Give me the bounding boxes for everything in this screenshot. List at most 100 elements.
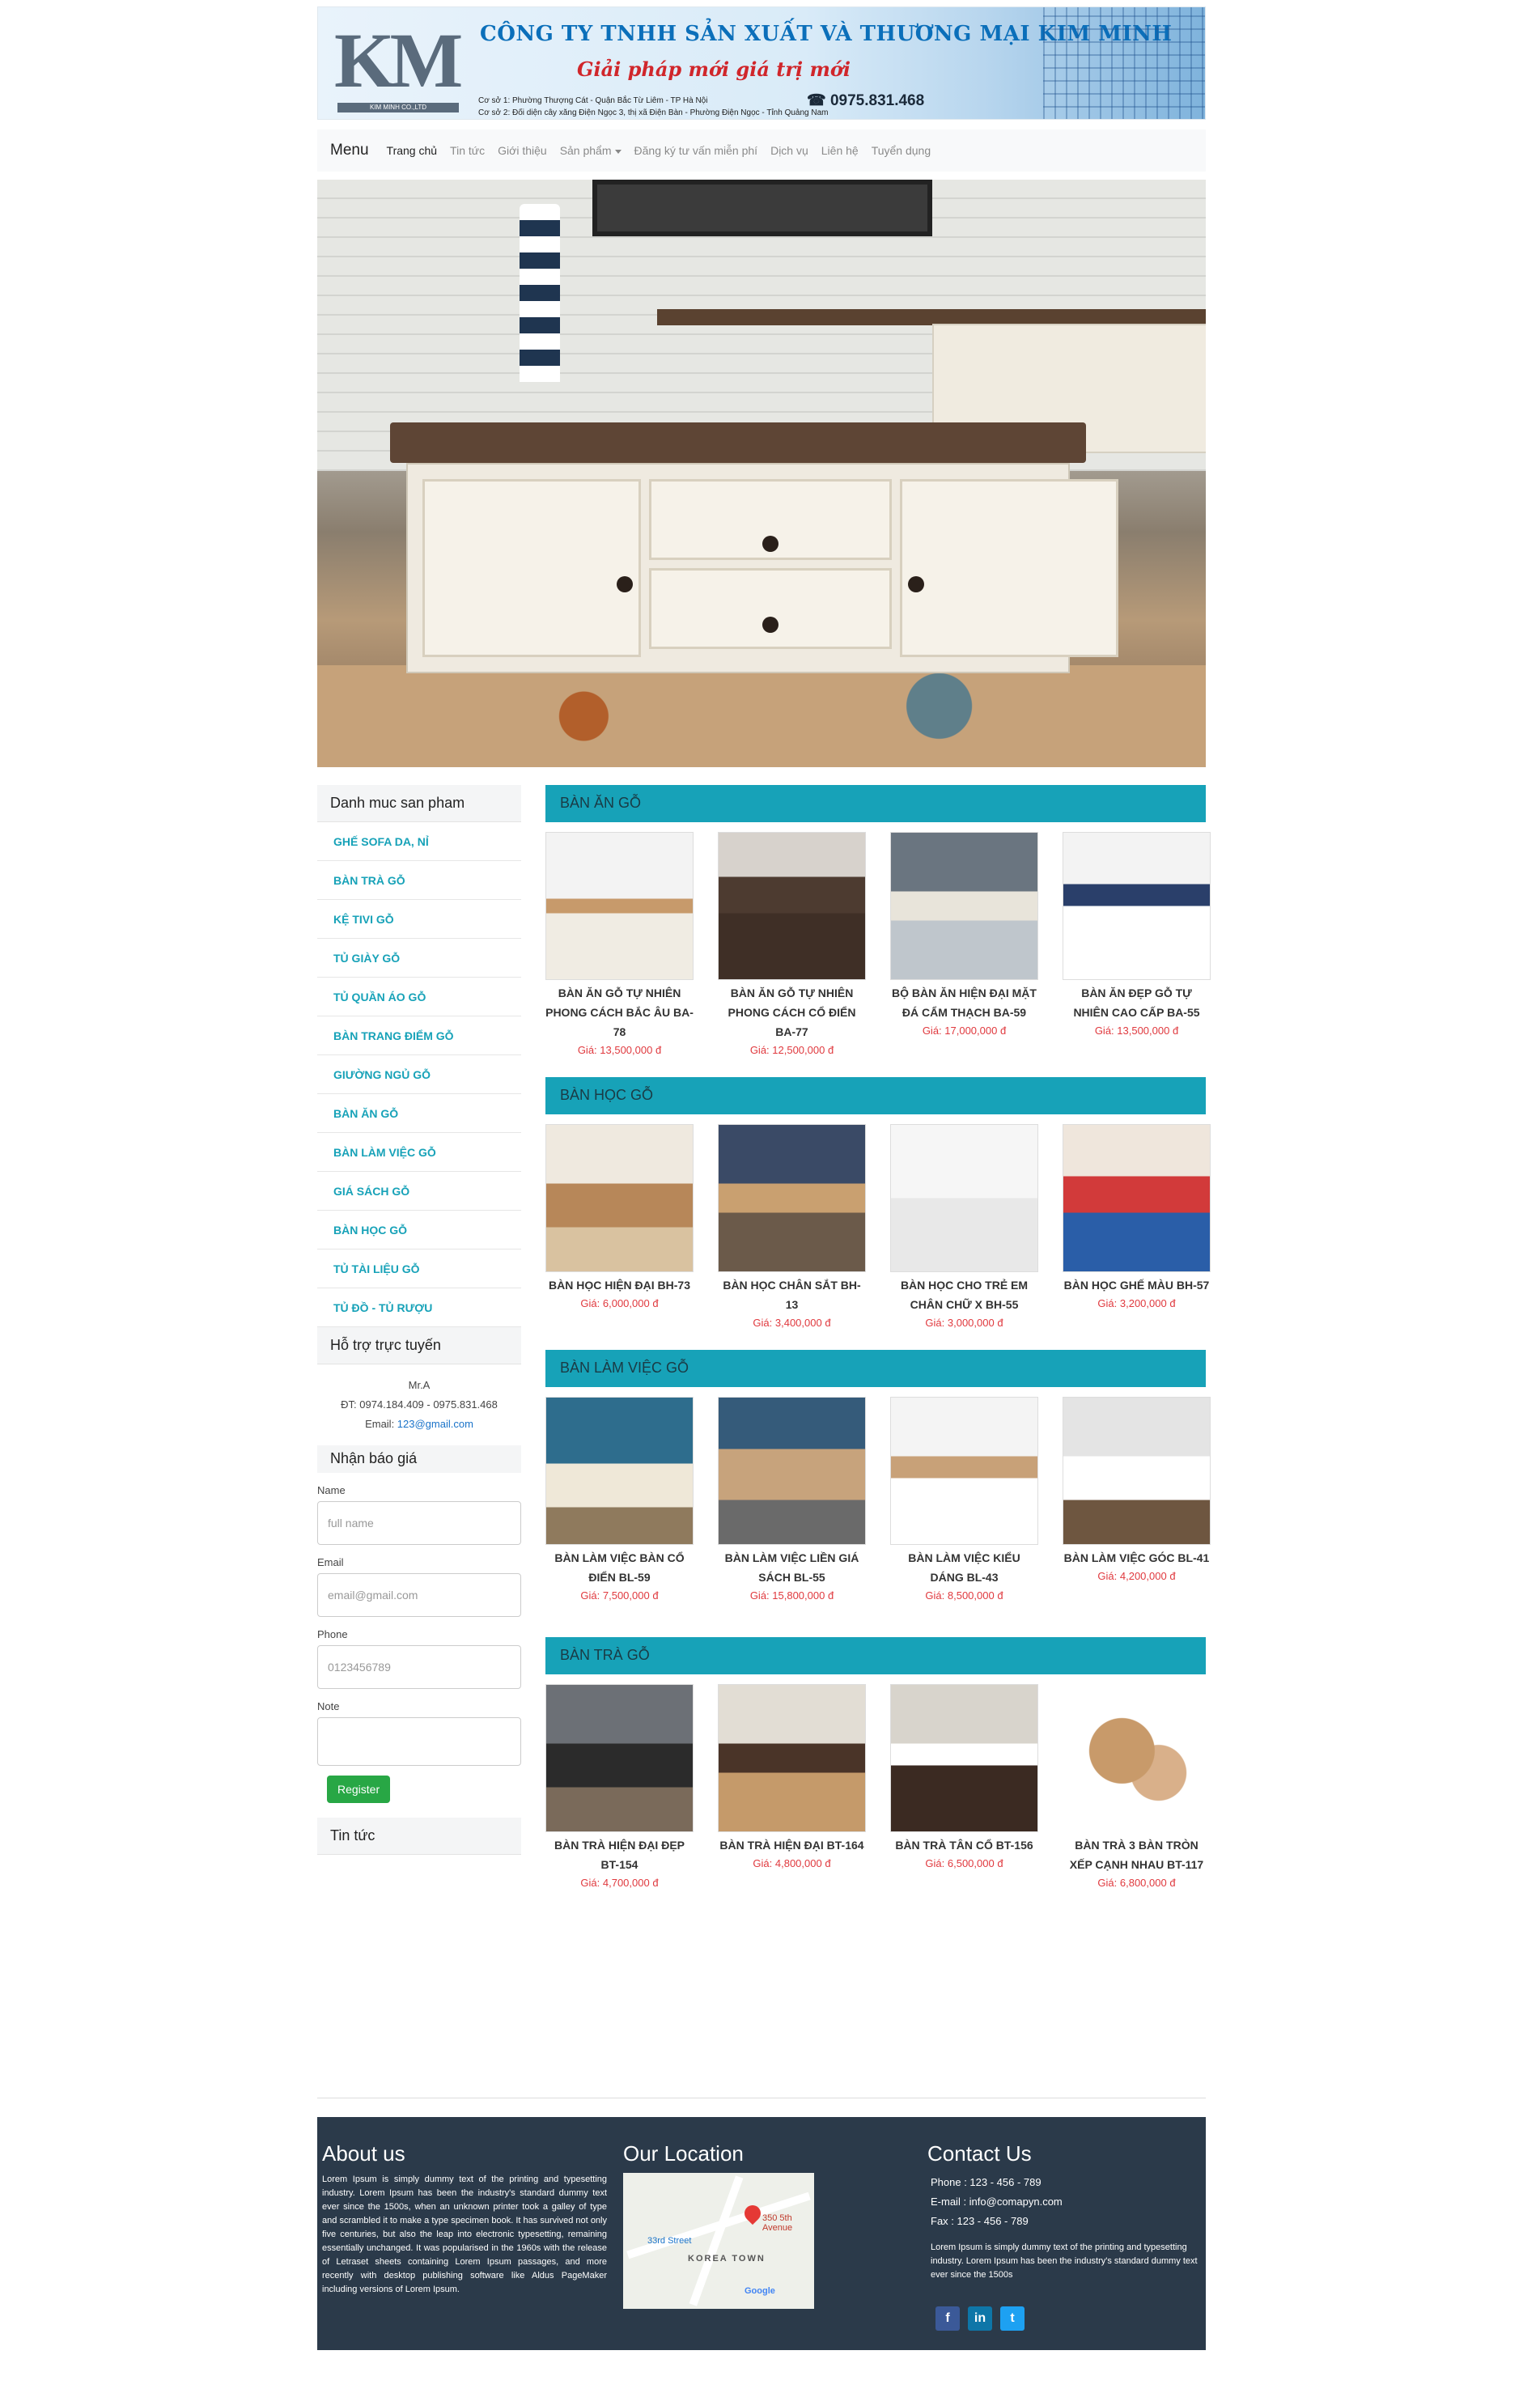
product-image[interactable]: [1063, 1684, 1211, 1832]
product-image[interactable]: [890, 1124, 1038, 1272]
product-price: Giá: 17,000,000 đ: [922, 1025, 1007, 1037]
product-name[interactable]: BÀN HỌC GHẾ MÀU BH-57: [1063, 1275, 1211, 1295]
linkedin-icon[interactable]: in: [968, 2306, 992, 2331]
support-name: Mr.A: [408, 1379, 431, 1391]
nav-item-home[interactable]: Trang chủ: [387, 144, 438, 157]
email-label: Email: [317, 1556, 344, 1568]
product-image[interactable]: [545, 1684, 694, 1832]
sidebar-item-category[interactable]: TỦ ĐỒ - TỦ RƯỢU: [317, 1288, 521, 1327]
sidebar-item-category[interactable]: GIÁ SÁCH GỖ: [317, 1172, 521, 1211]
product-card[interactable]: BÀN HỌC CHÂN SẮT BH-13 Giá: 3,400,000 đ: [718, 1124, 866, 1332]
location-map[interactable]: 350 5th Avenue KOREA TOWN 33rd Street Go…: [623, 2173, 814, 2309]
product-image[interactable]: [718, 832, 866, 980]
sidebar-item-category[interactable]: KỆ TIVI GỖ: [317, 900, 521, 939]
product-card[interactable]: BỘ BÀN ĂN HIỆN ĐẠI MẶT ĐÁ CẨM THẠCH BA-5…: [890, 832, 1038, 1059]
facebook-icon[interactable]: f: [935, 2306, 960, 2331]
support-email-row: Email: 123@gmail.com: [317, 1415, 521, 1434]
nav-item-contact[interactable]: Liên hệ: [821, 144, 859, 157]
note-textarea[interactable]: [317, 1717, 521, 1766]
contact-phone: Phone : 123 - 456 - 789: [931, 2176, 1042, 2188]
product-image[interactable]: [718, 1124, 866, 1272]
sidebar-item-category[interactable]: BÀN TRÀ GỖ: [317, 861, 521, 900]
about-title: About us: [322, 2141, 405, 2166]
sidebar-item-category[interactable]: TỦ QUẦN ÁO GỖ: [317, 978, 521, 1016]
support-email-label: Email:: [365, 1418, 397, 1430]
product-name[interactable]: BỘ BÀN ĂN HIỆN ĐẠI MẶT ĐÁ CẨM THẠCH BA-5…: [890, 983, 1038, 1022]
product-card[interactable]: BÀN HỌC GHẾ MÀU BH-57 Giá: 3,200,000 đ: [1063, 1124, 1211, 1332]
product-card[interactable]: BÀN LÀM VIỆC LIỀN GIÁ SÁCH BL-55 Giá: 15,…: [718, 1397, 866, 1605]
product-name[interactable]: BÀN LÀM VIỆC GÓC BL-41: [1063, 1548, 1211, 1568]
product-image[interactable]: [545, 1124, 694, 1272]
product-grid: BÀN TRÀ HIỆN ĐẠI ĐẸP BT-154 Giá: 4,700,00…: [545, 1674, 1211, 1892]
product-name[interactable]: BÀN TRÀ HIỆN ĐẠI ĐẸP BT-154: [545, 1835, 694, 1874]
nav-item-services[interactable]: Dịch vụ: [770, 144, 808, 157]
product-card[interactable]: BÀN ĂN ĐẸP GỖ TỰ NHIÊN CAO CẤP BA-55 Giá:…: [1063, 832, 1211, 1059]
company-logo[interactable]: KM KIM MINH CO.,LTD: [334, 22, 464, 112]
product-name[interactable]: BÀN TRÀ 3 BÀN TRÒN XẾP CẠNH NHAU BT-117: [1063, 1835, 1211, 1874]
nav-brand[interactable]: Menu: [330, 142, 369, 159]
nav-item-careers[interactable]: Tuyển dụng: [872, 144, 931, 157]
product-image[interactable]: [545, 1397, 694, 1545]
product-card[interactable]: BÀN ĂN GỖ TỰ NHIÊN PHONG CÁCH BẮC ÂU BA-…: [545, 832, 694, 1059]
phone-field[interactable]: 0123456789: [317, 1645, 521, 1689]
product-card[interactable]: BÀN ĂN GỖ TỰ NHIÊN PHONG CÁCH CỔ ĐIỂN BA…: [718, 832, 866, 1059]
section-title[interactable]: BÀN LÀM VIỆC GỖ: [545, 1350, 1206, 1387]
sidebar-item-category[interactable]: BÀN ĂN GỖ: [317, 1094, 521, 1133]
product-card[interactable]: BÀN TRÀ HIỆN ĐẠI BT-164 Giá: 4,800,000 đ: [718, 1684, 866, 1892]
product-image[interactable]: [890, 1684, 1038, 1832]
product-name[interactable]: BÀN HỌC CHO TRẺ EM CHÂN CHỮ X BH-55: [890, 1275, 1038, 1314]
sidebar-item-category[interactable]: TỦ GIÀY GỖ: [317, 939, 521, 978]
product-image[interactable]: [890, 1397, 1038, 1545]
product-card[interactable]: BÀN LÀM VIỆC GÓC BL-41 Giá: 4,200,000 đ: [1063, 1397, 1211, 1605]
product-name[interactable]: BÀN HỌC HIỆN ĐẠI BH-73: [545, 1275, 694, 1295]
product-card[interactable]: BÀN TRÀ 3 BÀN TRÒN XẾP CẠNH NHAU BT-117 G…: [1063, 1684, 1211, 1892]
hero-door-left: [422, 479, 641, 657]
product-card[interactable]: BÀN LÀM VIỆC BÀN CỔ ĐIỂN BL-59 Giá: 7,500…: [545, 1397, 694, 1605]
sidebar-item-category[interactable]: BÀN TRANG ĐIỂM GỖ: [317, 1016, 521, 1055]
product-image[interactable]: [1063, 832, 1211, 980]
product-image[interactable]: [1063, 1124, 1211, 1272]
product-image[interactable]: [718, 1684, 866, 1832]
sidebar-item-category[interactable]: BÀN LÀM VIỆC GỖ: [317, 1133, 521, 1172]
support-email-link[interactable]: 123@gmail.com: [397, 1418, 473, 1430]
register-button[interactable]: Register: [327, 1776, 391, 1803]
section-title[interactable]: BÀN HỌC GỖ: [545, 1077, 1206, 1114]
product-name[interactable]: BÀN ĂN GỖ TỰ NHIÊN PHONG CÁCH BẮC ÂU BA-…: [545, 983, 694, 1042]
section-title[interactable]: BÀN ĂN GỖ: [545, 785, 1206, 822]
social-links: f in t: [935, 2306, 1203, 2331]
section-title[interactable]: BÀN TRÀ GỖ: [545, 1637, 1206, 1674]
product-card[interactable]: BÀN HỌC CHO TRẺ EM CHÂN CHỮ X BH-55 Giá: …: [890, 1124, 1038, 1332]
product-price: Giá: 7,500,000 đ: [580, 1589, 659, 1602]
sidebar-item-category[interactable]: TỦ TÀI LIỆU GỖ: [317, 1250, 521, 1288]
product-image[interactable]: [718, 1397, 866, 1545]
product-card[interactable]: BÀN LÀM VIỆC KIỂU DÁNG BL-43 Giá: 8,500,0…: [890, 1397, 1038, 1605]
nav-item-news[interactable]: Tin tức: [450, 144, 485, 157]
product-name[interactable]: BÀN LÀM VIỆC BÀN CỔ ĐIỂN BL-59: [545, 1548, 694, 1587]
product-name[interactable]: BÀN TRÀ TÂN CỔ BT-156: [890, 1835, 1038, 1855]
name-field[interactable]: full name: [317, 1501, 521, 1545]
product-name[interactable]: BÀN ĂN ĐẸP GỖ TỰ NHIÊN CAO CẤP BA-55: [1063, 983, 1211, 1022]
nav-item-products[interactable]: Sản phẩm: [560, 144, 622, 157]
product-name[interactable]: BÀN LÀM VIỆC LIỀN GIÁ SÁCH BL-55: [718, 1548, 866, 1587]
product-card[interactable]: BÀN TRÀ TÂN CỔ BT-156 Giá: 6,500,000 đ: [890, 1684, 1038, 1892]
product-name[interactable]: BÀN TRÀ HIỆN ĐẠI BT-164: [718, 1835, 866, 1855]
product-name[interactable]: BÀN LÀM VIỆC KIỂU DÁNG BL-43: [890, 1548, 1038, 1587]
nav-item-consult[interactable]: Đăng ký tư vấn miễn phí: [634, 144, 758, 157]
email-field[interactable]: email@gmail.com: [317, 1573, 521, 1617]
contact-email[interactable]: E-mail : info@comapyn.com: [927, 2192, 1203, 2212]
footer: About us Lorem Ipsum is simply dummy tex…: [317, 2117, 1206, 2350]
sidebar-item-category[interactable]: GIƯỜNG NGỦ GỖ: [317, 1055, 521, 1094]
product-card[interactable]: BÀN TRÀ HIỆN ĐẠI ĐẸP BT-154 Giá: 4,700,00…: [545, 1684, 694, 1892]
support-box: Mr.A ĐT: 0974.184.409 - 0975.831.468 Ema…: [317, 1364, 521, 1434]
product-image[interactable]: [890, 832, 1038, 980]
sidebar: Danh muc san pham GHẾ SOFA DA, NỈ BÀN TR…: [317, 785, 521, 1855]
product-image[interactable]: [1063, 1397, 1211, 1545]
product-image[interactable]: [545, 832, 694, 980]
sidebar-item-category[interactable]: BÀN HỌC GỖ: [317, 1211, 521, 1250]
product-name[interactable]: BÀN ĂN GỖ TỰ NHIÊN PHONG CÁCH CỔ ĐIỂN BA…: [718, 983, 866, 1042]
product-name[interactable]: BÀN HỌC CHÂN SẮT BH-13: [718, 1275, 866, 1314]
nav-item-about[interactable]: Giới thiệu: [498, 144, 547, 157]
twitter-icon[interactable]: t: [1000, 2306, 1025, 2331]
product-card[interactable]: BÀN HỌC HIỆN ĐẠI BH-73 Giá: 6,000,000 đ: [545, 1124, 694, 1332]
sidebar-item-category[interactable]: GHẾ SOFA DA, NỈ: [317, 822, 521, 861]
